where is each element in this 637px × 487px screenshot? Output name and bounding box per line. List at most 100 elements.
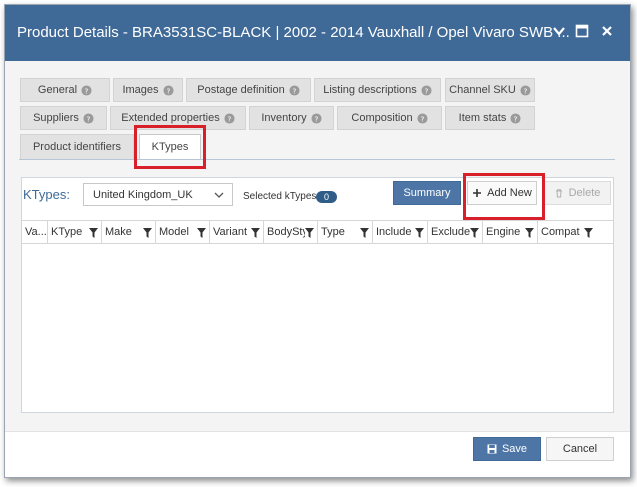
save-button[interactable]: Save	[473, 437, 541, 461]
tab-extended-properties[interactable]: Extended properties ?	[110, 106, 246, 130]
filter-icon[interactable]	[89, 228, 98, 238]
tab-postage-definition[interactable]: Postage definition ?	[186, 78, 311, 102]
tabs-divider	[19, 159, 615, 160]
column-header-bodystyle[interactable]: BodySty	[264, 221, 318, 243]
column-header-type[interactable]: Type	[318, 221, 373, 243]
help-icon: ?	[83, 112, 94, 124]
tab-label: Inventory	[261, 112, 307, 124]
svg-text:?: ?	[314, 114, 318, 123]
column-header-include[interactable]: Include	[373, 221, 428, 243]
delete-button-label: Delete	[568, 187, 601, 199]
help-icon: ?	[224, 112, 235, 124]
column-label: Include	[376, 226, 412, 238]
add-new-button[interactable]: Add New	[467, 181, 537, 205]
save-icon	[487, 444, 497, 454]
column-label: Make	[105, 226, 132, 238]
tab-label: General	[37, 84, 78, 96]
close-icon[interactable]	[599, 23, 615, 39]
filter-icon[interactable]	[525, 228, 534, 238]
delete-button[interactable]: Delete	[543, 181, 611, 205]
filter-icon[interactable]	[197, 228, 206, 238]
help-icon: ?	[311, 112, 322, 124]
selected-ktypes-badge: 0	[316, 191, 337, 203]
column-header-va[interactable]: Va...	[22, 221, 48, 243]
help-icon: ?	[510, 112, 521, 124]
tab-composition[interactable]: Composition ?	[337, 106, 442, 130]
column-label: BodySty	[267, 226, 308, 238]
trash-icon	[555, 189, 562, 198]
footer-divider	[5, 431, 630, 432]
svg-text:?: ?	[227, 114, 231, 123]
column-header-ktype[interactable]: KType	[48, 221, 102, 243]
column-label: Exclude	[431, 226, 471, 238]
filter-icon[interactable]	[470, 228, 479, 238]
help-icon: ?	[417, 112, 428, 124]
column-label: Type	[321, 226, 345, 238]
maximize-icon[interactable]	[574, 23, 590, 39]
save-button-label: Save	[501, 443, 528, 455]
ktypes-grid-header: Va... KType Make Model Variant BodySty T…	[22, 220, 613, 244]
tab-general[interactable]: General ?	[20, 78, 110, 102]
column-label: Model	[159, 226, 189, 238]
ktypes-grid-body	[22, 245, 613, 411]
filter-icon[interactable]	[360, 228, 369, 238]
column-label: Va...	[25, 226, 47, 238]
tab-images[interactable]: Images ?	[113, 78, 183, 102]
filter-icon[interactable]	[251, 228, 260, 238]
column-label: Variant	[213, 226, 248, 238]
tab-label: Product identifiers	[32, 141, 122, 153]
site-select[interactable]: United Kingdom_UK	[83, 183, 233, 206]
add-new-button-label: Add New	[487, 187, 532, 199]
cancel-button[interactable]: Cancel	[546, 437, 614, 461]
column-header-exclude[interactable]: Exclude	[428, 221, 483, 243]
chevron-down-icon	[214, 192, 224, 198]
svg-text:?: ?	[420, 114, 424, 123]
column-label: Compat	[541, 226, 580, 238]
column-header-model[interactable]: Model	[156, 221, 210, 243]
filter-icon[interactable]	[143, 228, 152, 238]
help-icon: ?	[81, 84, 92, 96]
summary-button[interactable]: Summary	[393, 181, 461, 205]
tab-listing-descriptions[interactable]: Listing descriptions ?	[314, 78, 441, 102]
filter-icon[interactable]	[415, 228, 424, 238]
tab-inventory[interactable]: Inventory ?	[249, 106, 334, 130]
svg-text:?: ?	[166, 86, 170, 95]
svg-text:?: ?	[514, 114, 518, 123]
filter-icon[interactable]	[584, 228, 593, 238]
help-icon: ?	[162, 84, 174, 96]
dialog-titlebar: Product Details - BRA3531SC-BLACK | 2002…	[5, 5, 630, 61]
tab-ktypes[interactable]: KTypes	[139, 134, 201, 160]
column-label: KType	[51, 226, 83, 238]
tab-label: Listing descriptions	[323, 84, 417, 96]
site-select-value: United Kingdom_UK	[93, 188, 193, 201]
svg-text:?: ?	[86, 114, 90, 123]
svg-text:?: ?	[523, 86, 527, 95]
tab-label: Composition	[351, 112, 413, 124]
cancel-button-label: Cancel	[562, 443, 598, 455]
product-details-dialog: Product Details - BRA3531SC-BLACK | 2002…	[4, 4, 631, 478]
tab-label: Item stats	[458, 112, 507, 124]
tab-label: Suppliers	[33, 112, 79, 124]
tab-channel-sku[interactable]: Channel SKU ?	[445, 78, 535, 102]
tab-label: Postage definition	[197, 84, 285, 96]
selected-ktypes-label: Selected kTypes:	[243, 191, 320, 202]
svg-text:?: ?	[292, 86, 296, 95]
tab-label: KTypes	[151, 141, 189, 153]
dialog-content: General ? Images ? Postage definition ? …	[5, 61, 630, 431]
tab-label: Images	[122, 84, 159, 96]
column-header-engine[interactable]: Engine	[483, 221, 538, 243]
ktypes-label: KTypes:	[23, 187, 70, 202]
column-header-compat[interactable]: Compat	[538, 221, 613, 243]
chevron-down-icon[interactable]	[551, 23, 567, 39]
filter-icon[interactable]	[305, 228, 314, 238]
summary-button-label: Summary	[403, 187, 451, 199]
column-header-make[interactable]: Make	[102, 221, 156, 243]
tab-product-identifiers[interactable]: Product identifiers	[20, 134, 134, 160]
column-header-variant[interactable]: Variant	[210, 221, 264, 243]
svg-text:?: ?	[424, 86, 428, 95]
help-icon: ?	[421, 84, 432, 96]
tab-suppliers[interactable]: Suppliers ?	[20, 106, 107, 130]
dialog-title: Product Details - BRA3531SC-BLACK | 2002…	[17, 24, 570, 41]
svg-text:?: ?	[85, 86, 89, 95]
tab-item-stats[interactable]: Item stats ?	[445, 106, 535, 130]
